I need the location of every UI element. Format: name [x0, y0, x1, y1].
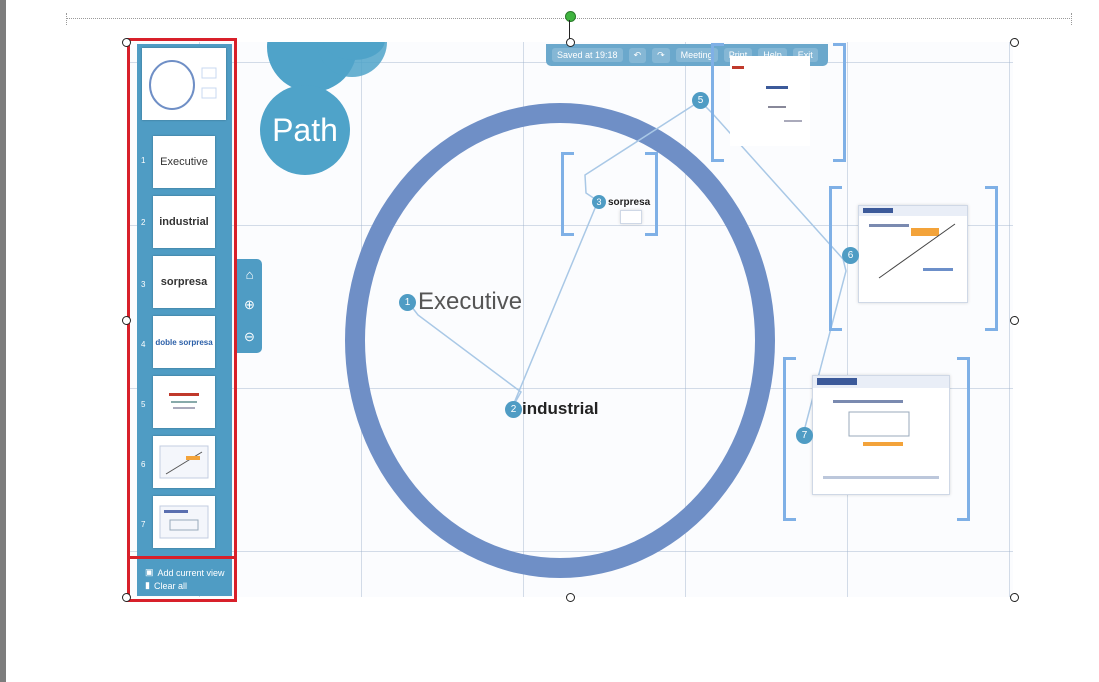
path-marker[interactable]: 7	[796, 427, 813, 444]
undo-icon[interactable]: ↶	[628, 47, 647, 63]
selection-highlight-actions	[127, 556, 237, 602]
sorpresa-label: sorpresa	[608, 197, 651, 208]
path-marker[interactable]: 6	[842, 247, 859, 264]
industrial-label: industrial	[522, 399, 599, 418]
saved-status: Saved at 19:18	[552, 48, 623, 62]
frame-bracket	[561, 152, 574, 236]
zoom-in-icon[interactable]: ⊕	[244, 297, 255, 313]
frame-bracket	[833, 43, 846, 162]
resize-handle-se[interactable]	[1010, 593, 1019, 602]
frame-7-screenshot	[812, 375, 950, 495]
frame-bracket	[645, 152, 658, 236]
frame-6-screenshot	[858, 205, 968, 303]
home-icon[interactable]: ⌂	[246, 267, 254, 282]
frame-bracket	[985, 186, 998, 331]
sorpresa-mini-thumb	[620, 210, 642, 224]
resize-handle-e[interactable]	[1010, 316, 1019, 325]
path-marker[interactable]: 3	[592, 195, 606, 209]
path-marker[interactable]: 5	[692, 92, 709, 109]
resize-handle-sw[interactable]	[122, 593, 131, 602]
resize-handle-nw[interactable]	[122, 38, 131, 47]
redo-icon[interactable]: ↷	[652, 47, 670, 63]
resize-handle-ne[interactable]	[1010, 38, 1019, 47]
frame-5-content	[730, 56, 810, 146]
frame-bracket	[711, 43, 724, 162]
resize-handle-w[interactable]	[122, 316, 131, 325]
frame-bracket	[957, 357, 970, 521]
path-marker[interactable]: 2	[505, 401, 522, 418]
resize-handle-s[interactable]	[566, 593, 575, 602]
zoom-out-icon[interactable]: ⊖	[244, 329, 255, 345]
zoom-controls: ⌂ ⊕ ⊖	[237, 259, 262, 353]
executive-label: Executive	[418, 288, 523, 315]
selection-highlight-thumbnails	[127, 38, 237, 559]
frame-bracket	[829, 186, 842, 331]
frame-bracket	[783, 357, 796, 521]
path-marker[interactable]: 1	[399, 294, 416, 311]
resize-handle-n[interactable]	[566, 38, 575, 47]
